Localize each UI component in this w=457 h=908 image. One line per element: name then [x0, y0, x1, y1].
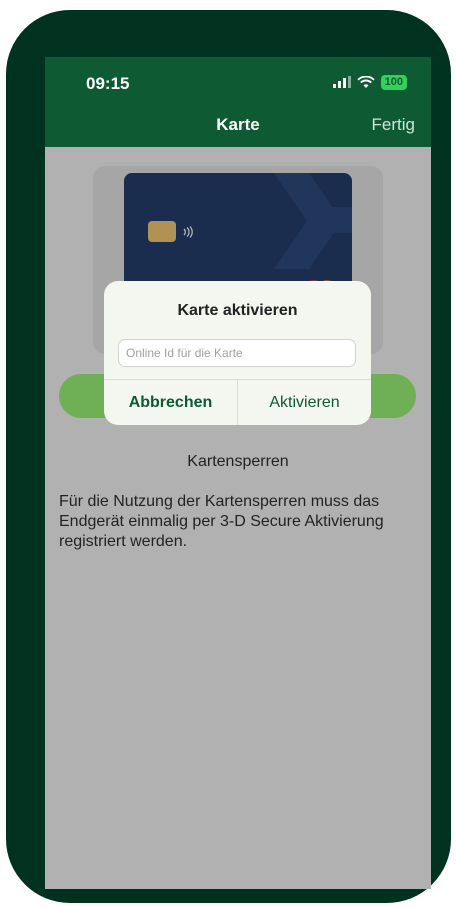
status-icons: 100 [332, 74, 407, 90]
activate-button[interactable]: Aktivieren [238, 380, 371, 425]
app-screen: 09:15 100 Karte Fertig Kartensperren Für… [45, 57, 431, 889]
status-time: 09:15 [86, 74, 130, 93]
done-button[interactable]: Fertig [372, 115, 415, 135]
cancel-button[interactable]: Abbrechen [104, 380, 237, 425]
status-bar: 09:15 100 [45, 57, 431, 101]
dialog-title: Karte aktivieren [177, 302, 298, 319]
activate-card-dialog: Karte aktivieren Abbrechen Aktivieren [104, 281, 371, 425]
phone-frame: 09:15 100 Karte Fertig Kartensperren Für… [6, 10, 451, 903]
battery-indicator: 100 [380, 74, 407, 90]
wifi-icon [356, 75, 375, 88]
signal-icon [332, 76, 351, 88]
online-id-input[interactable] [118, 339, 356, 367]
modal-backdrop [45, 147, 431, 889]
navigation-bar: Karte Fertig [45, 101, 431, 147]
